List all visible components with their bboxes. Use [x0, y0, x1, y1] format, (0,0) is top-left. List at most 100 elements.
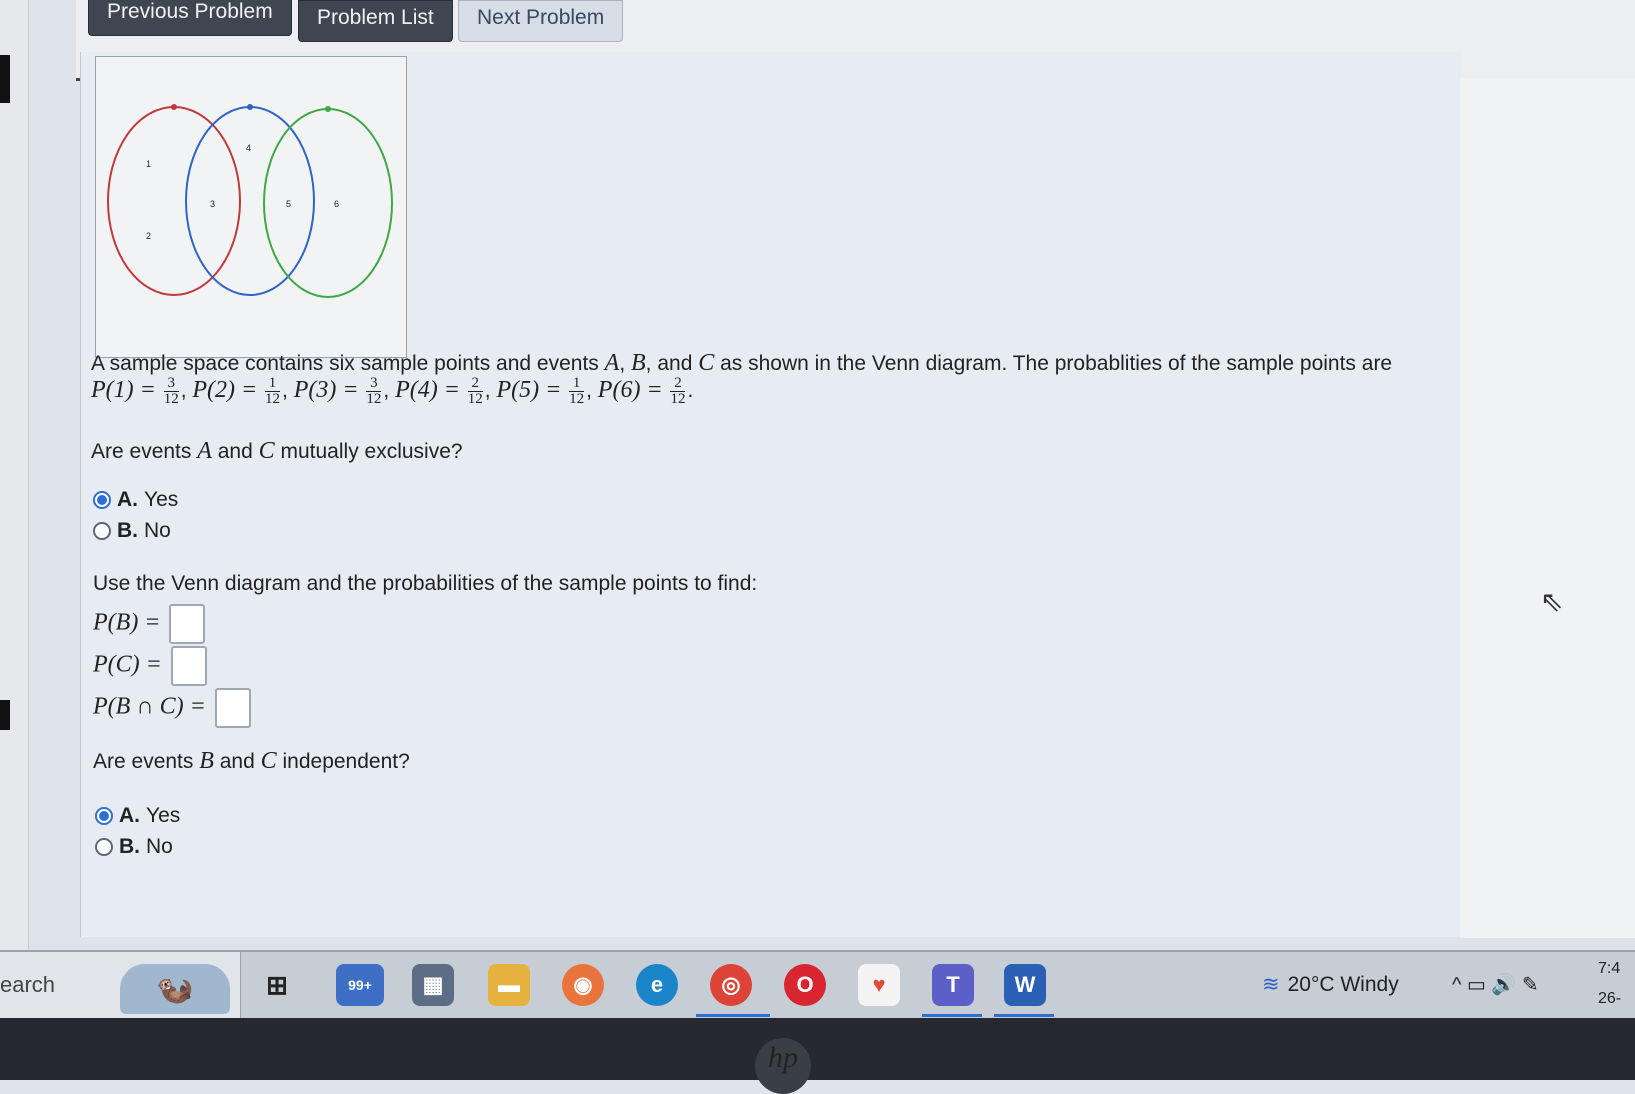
venn-set-c [263, 108, 393, 298]
pc-label: P(C) = [93, 651, 162, 678]
left-panel-strip [0, 0, 29, 950]
store-icon[interactable]: ▦ [412, 964, 454, 1006]
pc-row: P(C) = [93, 646, 207, 686]
pbc-answer-input[interactable] [214, 688, 251, 728]
teams-icon[interactable]: T [932, 964, 974, 1006]
mouse-cursor-icon: ⇖ [1540, 586, 1564, 617]
previous-problem-button[interactable]: Previous Problem [88, 0, 292, 36]
edge-icon[interactable]: e [636, 964, 678, 1006]
venn-diagram-svg: 1 2 3 4 5 6 [107, 104, 393, 298]
hp-logo: hp [755, 1038, 811, 1094]
teams-active-indicator [922, 1014, 982, 1017]
denominator: 12 [163, 391, 179, 407]
option-label: Yes [144, 488, 179, 511]
q1-post: mutually exclusive? [280, 440, 463, 463]
q3-event-b: B [199, 748, 214, 774]
q3-post: independent? [282, 750, 410, 773]
radio-button[interactable] [93, 522, 111, 540]
prob-fraction: 3 12 [366, 376, 382, 407]
file-explorer-icon[interactable]: ▬ [488, 964, 530, 1006]
pb-label: P(B) = [93, 609, 161, 636]
intro-and: , and [645, 352, 693, 375]
system-clock[interactable]: 7:4 26- [1598, 954, 1621, 1014]
search-input[interactable]: earch [0, 972, 55, 998]
event-c: C [698, 350, 715, 376]
venn-point-label: 6 [334, 199, 339, 209]
numerator: 3 [366, 376, 382, 392]
numerator: 1 [569, 376, 585, 392]
numerator: 2 [467, 376, 483, 392]
instruction-text: Use the Venn diagram and the probabiliti… [93, 572, 758, 595]
prob-fraction: 2 12 [467, 376, 483, 407]
chrome-icon[interactable]: ◎ [710, 964, 752, 1006]
radio-button[interactable] [95, 838, 113, 856]
opera-icon[interactable]: O [784, 964, 826, 1006]
problem-list-button[interactable]: Problem List [298, 0, 453, 42]
weather-widget[interactable]: ≋ 20°C Windy [1262, 972, 1399, 997]
q3-event-c: C [260, 748, 277, 774]
prob-label: P(1) = [91, 377, 156, 404]
q1-option-no[interactable]: B. No [93, 519, 171, 543]
prob-label: P(5) = [496, 377, 562, 404]
option-letter: A. [119, 804, 140, 827]
prob-label: P(6) = [597, 377, 663, 404]
pb-answer-input[interactable] [169, 604, 206, 644]
q3-option-yes[interactable]: A. Yes [95, 804, 180, 828]
intro-separator: , [619, 352, 626, 375]
mail-icon[interactable]: 99+ [336, 964, 384, 1006]
numerator: 3 [163, 376, 179, 392]
prob-label: P(2) = [192, 377, 258, 404]
firefox-icon[interactable]: ◉ [562, 964, 604, 1006]
radio-button-selected[interactable] [93, 491, 111, 509]
denominator: 12 [366, 391, 382, 407]
option-label: No [146, 835, 173, 858]
numerator: 1 [265, 376, 281, 392]
venn-point-label: 4 [246, 143, 251, 153]
venn-label-c-dot [325, 106, 331, 112]
denominator: 12 [265, 391, 281, 407]
otter-widget-icon[interactable]: 🦦 [120, 964, 230, 1014]
venn-label-b-dot [247, 104, 253, 110]
intro-text: A sample space contains six sample point… [91, 352, 599, 375]
taskbar-search[interactable]: earch 🦦 [0, 952, 241, 1020]
problem-content: 1 2 3 4 5 6 A sample space contains six … [80, 52, 1461, 937]
task-view-icon[interactable]: ⊞ [256, 964, 298, 1006]
battery-icon[interactable]: ▭ [1467, 974, 1486, 996]
radio-button-selected[interactable] [95, 807, 113, 825]
chevron-up-icon[interactable]: ^ [1452, 974, 1461, 996]
venn-point-label: 2 [146, 231, 151, 241]
venn-diagram: 1 2 3 4 5 6 [95, 56, 407, 358]
venn-set-a [107, 106, 241, 296]
pbc-row: P(B ∩ C) = [93, 688, 251, 728]
venn-point-label: 3 [210, 199, 215, 209]
mail-badge: 99+ [348, 977, 372, 993]
q1-event-c: C [258, 438, 275, 464]
volume-icon[interactable]: 🔊 [1491, 974, 1516, 996]
denominator: 12 [467, 391, 483, 407]
prob-label: P(4) = [395, 377, 460, 404]
denominator: 12 [670, 391, 686, 407]
word-icon[interactable]: W [1004, 964, 1046, 1006]
heart-app-icon[interactable]: ♥ [858, 964, 900, 1006]
q3-option-no[interactable]: B. No [95, 835, 173, 859]
word-active-indicator [994, 1014, 1054, 1017]
option-label: Yes [146, 804, 181, 827]
q1-event-a: A [197, 438, 212, 464]
numerator: 2 [670, 376, 686, 392]
monitor-bezel [0, 1018, 1635, 1080]
windows-taskbar: earch 🦦 ⊞ 99+ ▦ ▬ ◉ e ◎ O ♥ T W ≋ 20°C W… [0, 950, 1635, 1020]
venn-point-label: 1 [146, 159, 151, 169]
next-problem-button[interactable]: Next Problem [458, 0, 624, 42]
pbc-label: P(B ∩ C) = [93, 693, 206, 720]
q1-and: and [217, 440, 253, 463]
q3-and: and [219, 750, 255, 773]
problem-intro: A sample space contains six sample point… [91, 350, 1392, 377]
q1-option-yes[interactable]: A. Yes [93, 488, 178, 512]
pc-answer-input[interactable] [170, 646, 207, 686]
clock-time: 7:4 [1598, 960, 1621, 977]
system-tray[interactable]: ^ ▭ 🔊 ✎ [1452, 972, 1539, 997]
pen-icon[interactable]: ✎ [1522, 974, 1539, 996]
q3-pre: Are events [93, 750, 194, 773]
venn-label-a-dot [171, 104, 177, 110]
prob-fraction: 1 12 [265, 376, 281, 407]
